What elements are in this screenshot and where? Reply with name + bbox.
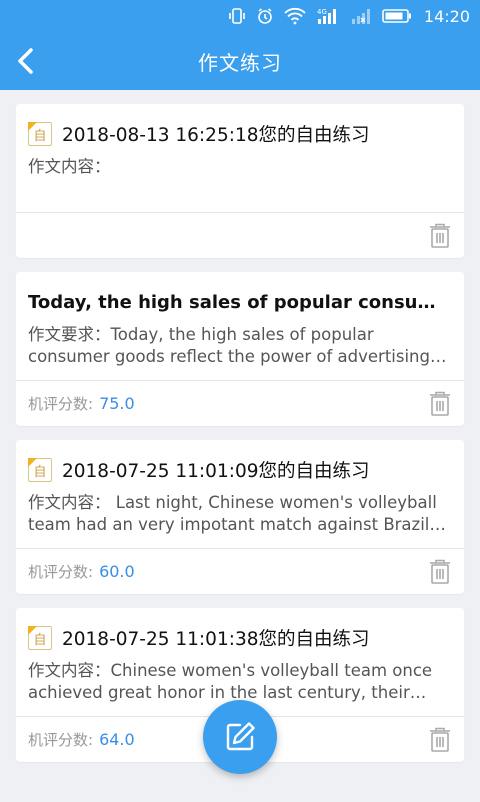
status-time: 14:20 [423, 6, 470, 26]
essay-card[interactable]: 自 2018-07-25 11:01:09您的自由练习 作文内容： Last n… [16, 440, 464, 594]
score-label: 机评分数: [28, 395, 94, 413]
trash-icon [430, 727, 450, 752]
card-content: 作文内容： Last night, Chinese women's volley… [28, 493, 437, 534]
trash-icon [430, 559, 450, 584]
essay-card[interactable]: 自 2018-08-13 16:25:18您的自由练习 作文内容： [16, 104, 464, 258]
signal-4g-icon: 4G [316, 6, 340, 26]
essay-list: 自 2018-08-13 16:25:18您的自由练习 作文内容： Today,… [16, 104, 464, 776]
free-practice-tag-icon: 自 [28, 122, 52, 146]
score-label: 机评分数: [28, 731, 94, 749]
score-value: 75.0 [99, 394, 135, 413]
app-bar: 作文练习 [0, 32, 480, 90]
wifi-icon [284, 6, 306, 26]
essay-card[interactable]: Today, the high sales of popular consume… [16, 272, 464, 426]
score-value: 60.0 [99, 562, 135, 581]
signal-empty-icon [350, 6, 372, 26]
score-area: 机评分数: 60.0 [28, 561, 135, 582]
card-content: 作文内容： [28, 157, 111, 176]
score-area: 机评分数: 75.0 [28, 393, 135, 414]
trash-icon [430, 223, 450, 248]
card-footer [16, 212, 464, 258]
edit-icon [226, 722, 255, 751]
delete-button[interactable] [428, 726, 452, 754]
battery-icon [382, 6, 412, 26]
card-content: 作文内容：Chinese women's volleyball team onc… [28, 661, 433, 702]
back-button[interactable] [6, 41, 46, 81]
delete-button[interactable] [428, 390, 452, 418]
card-content: 作文要求：Today, the high sales of popular co… [28, 325, 430, 366]
score-label: 机评分数: [28, 563, 94, 581]
score-area: 机评分数: 64.0 [28, 729, 135, 750]
score-value: 64.0 [99, 730, 135, 749]
status-bar: 4G 14:20 [0, 0, 480, 32]
page-title: 作文练习 [198, 50, 282, 75]
card-footer: 机评分数: 60.0 [16, 548, 464, 594]
free-practice-tag-icon: 自 [28, 626, 52, 650]
card-title: 2018-08-13 16:25:18您的自由练习 [62, 125, 370, 146]
delete-button[interactable] [428, 558, 452, 586]
card-title: 2018-07-25 11:01:38您的自由练习 [62, 629, 370, 650]
new-essay-button[interactable] [203, 700, 277, 774]
alarm-icon [256, 6, 274, 26]
card-title: 2018-07-25 11:01:09您的自由练习 [62, 461, 370, 482]
delete-button[interactable] [428, 222, 452, 250]
free-practice-tag-icon: 自 [28, 458, 52, 482]
trash-icon [430, 391, 450, 416]
vibrate-icon [228, 6, 246, 26]
card-footer: 机评分数: 75.0 [16, 380, 464, 426]
back-arrow-icon [18, 48, 33, 74]
card-title: Today, the high sales of popular consume… [28, 291, 452, 313]
svg-text:4G: 4G [317, 8, 327, 16]
